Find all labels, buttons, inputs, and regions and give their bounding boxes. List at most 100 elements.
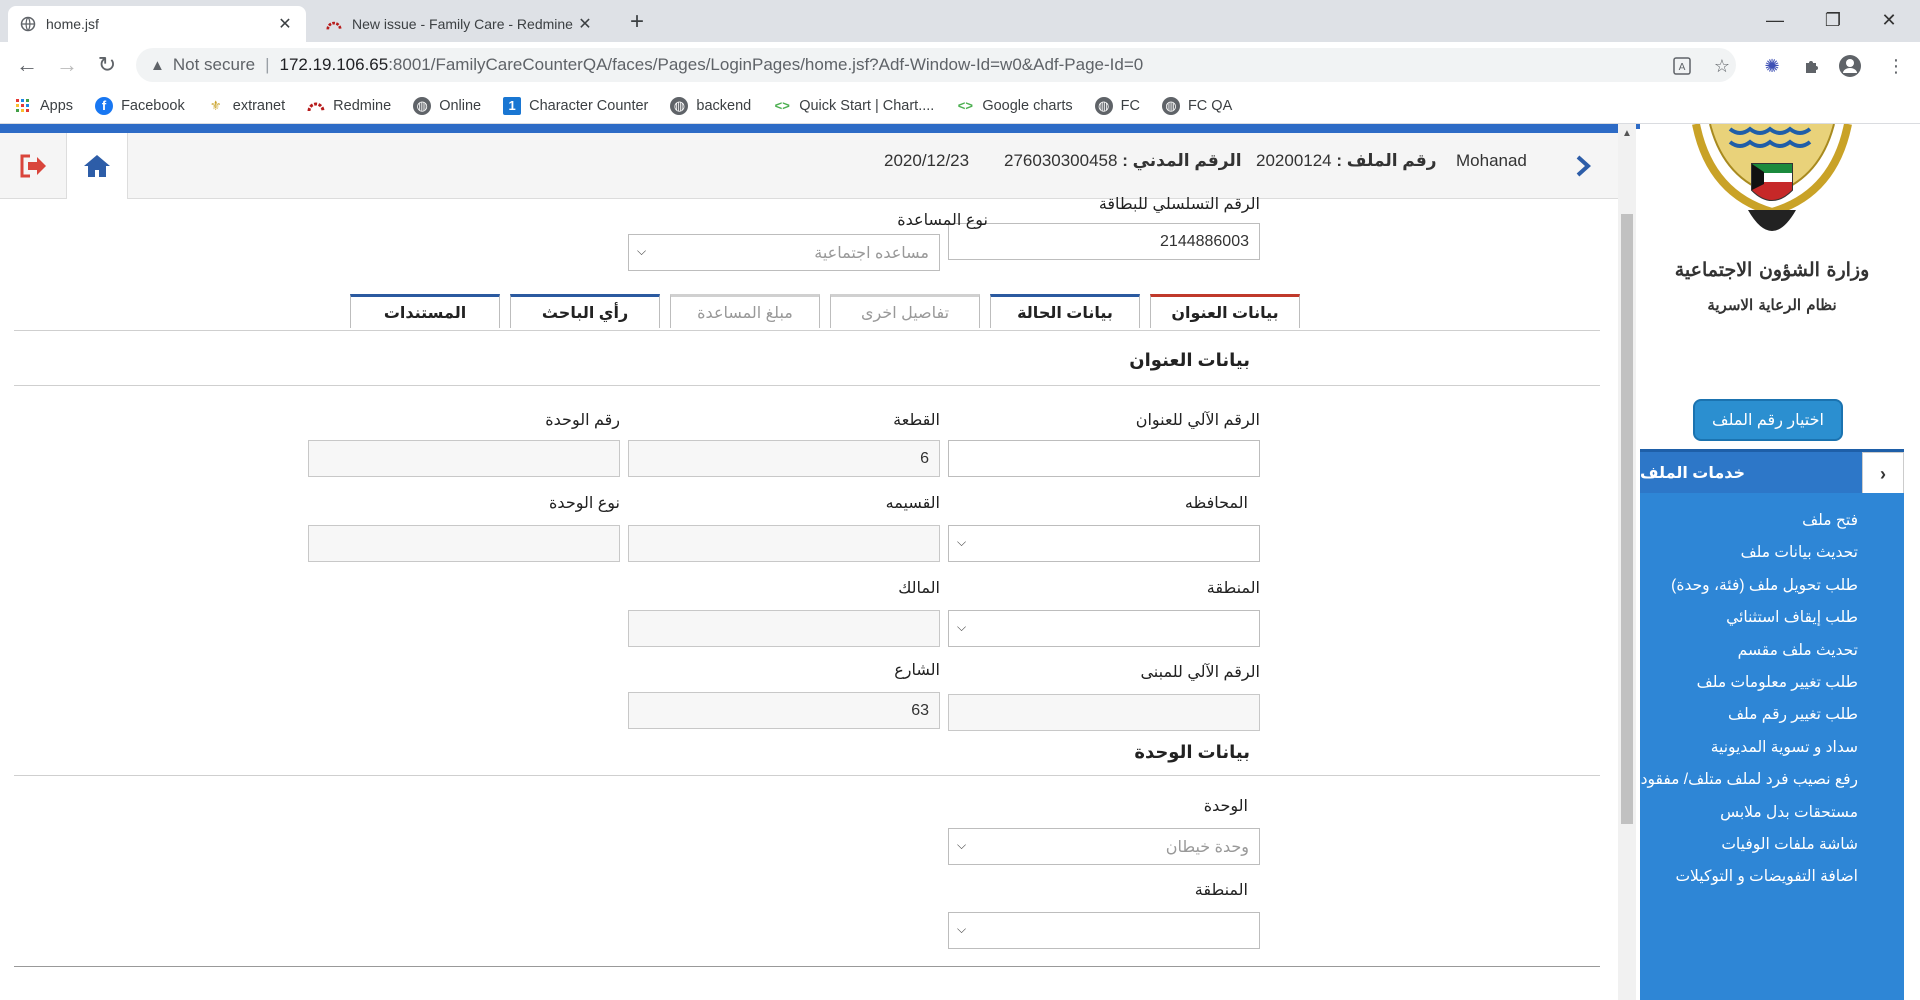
- service-link-add-authorizations[interactable]: اضافة التفويضات و التوكيلات: [1640, 861, 1904, 893]
- unit-area-select[interactable]: ⌵: [948, 912, 1260, 949]
- block-input[interactable]: 6: [628, 440, 940, 477]
- owner-input[interactable]: [628, 610, 940, 647]
- plot-input[interactable]: [628, 525, 940, 562]
- browser-tab-home[interactable]: home.jsf ✕: [8, 6, 306, 42]
- address-separator: |: [265, 55, 270, 74]
- governorate-select[interactable]: ⌵: [948, 525, 1260, 562]
- scrollbar-thumb[interactable]: [1621, 214, 1633, 824]
- bookmark-facebook[interactable]: f Facebook: [95, 96, 185, 115]
- service-link-transfer-file[interactable]: طلب تحويل ملف (فئة، وحدة): [1640, 570, 1904, 602]
- puzzle-icon[interactable]: [1800, 54, 1824, 78]
- street-value: 63: [911, 701, 929, 719]
- tab-address-data[interactable]: بيانات العنوان: [1150, 294, 1300, 328]
- tab-case-data[interactable]: بيانات الحالة: [990, 294, 1140, 328]
- card-serial-input[interactable]: 2144886003: [948, 223, 1260, 260]
- tab-label: بيانات العنوان: [1171, 304, 1279, 322]
- forward-arrow-icon[interactable]: →: [52, 50, 82, 80]
- tab-assistance-amount[interactable]: مبلغ المساعدة: [670, 294, 820, 328]
- logout-icon[interactable]: [0, 133, 66, 199]
- warning-triangle-icon: ▲: [150, 56, 165, 74]
- globe-icon: ◍: [1161, 96, 1180, 115]
- profile-avatar-icon[interactable]: [1838, 54, 1862, 78]
- bookmark-redmine[interactable]: Redmine: [307, 97, 391, 115]
- reload-icon[interactable]: ↻: [92, 50, 122, 80]
- chevron-left-icon[interactable]: ‹: [1862, 452, 1904, 496]
- building-auto-no-input[interactable]: [948, 694, 1260, 731]
- extension-icon[interactable]: ✺: [1760, 54, 1784, 78]
- chevron-right-icon[interactable]: [1568, 151, 1598, 181]
- bookmark-extranet[interactable]: ⚜ extranet: [207, 97, 285, 115]
- bookmark-apps[interactable]: Apps: [14, 97, 73, 115]
- bookmark-label: Character Counter: [529, 97, 649, 114]
- address-path: :8001/FamilyCareCounterQA/faces/Pages/Lo…: [388, 55, 1144, 74]
- apps-grid-icon: [14, 97, 32, 115]
- block-value: 6: [920, 449, 929, 467]
- service-link-death-files[interactable]: شاشة ملفات الوفيات: [1640, 829, 1904, 861]
- bookmark-fc-qa[interactable]: ◍ FC QA: [1161, 96, 1233, 115]
- form-bottom-divider: [14, 966, 1600, 967]
- address-auto-no-input[interactable]: [948, 440, 1260, 477]
- menu-kebab-icon[interactable]: ⋮: [1884, 54, 1908, 78]
- service-link-change-file-info[interactable]: طلب تغيير معلومات ملف: [1640, 667, 1904, 699]
- unit-select[interactable]: وحدة خيطان ⌵: [948, 828, 1260, 865]
- maximize-icon[interactable]: ❐: [1810, 0, 1856, 40]
- tab-other-details[interactable]: تفاصيل اخرى: [830, 294, 980, 328]
- chevron-down-icon: ⌵: [957, 922, 967, 936]
- address-bar[interactable]: ▲ Not secure | 172.19.106.65 :8001/Famil…: [136, 48, 1736, 82]
- select-file-button[interactable]: اختيار رقم الملف: [1693, 399, 1843, 441]
- browser-toolbar: ← → ↻ ▲ Not secure | 172.19.106.65 :8001…: [0, 42, 1920, 88]
- globe-icon: ◍: [413, 96, 432, 115]
- close-tab-icon[interactable]: ✕: [576, 14, 594, 34]
- service-link-clothing-allowance[interactable]: مستحقات بدل ملابس: [1640, 797, 1904, 829]
- bookmark-label: FC QA: [1187, 97, 1233, 114]
- ministry-name: وزارة الشؤون الاجتماعية: [1674, 259, 1870, 281]
- page-scrollbar[interactable]: ▲: [1618, 124, 1636, 1000]
- block-label: القطعة: [893, 412, 940, 429]
- tab-documents[interactable]: المستندات: [350, 294, 500, 328]
- bookmark-online[interactable]: ◍ Online: [413, 96, 481, 115]
- new-tab-button[interactable]: +: [622, 8, 652, 38]
- street-input[interactable]: 63: [628, 692, 940, 729]
- ministry-logo-area: وزارة الشؤون الاجتماعية نظام الرعاية الا…: [1640, 124, 1904, 464]
- tab-title: home.jsf: [46, 16, 99, 32]
- services-header[interactable]: خدمات الملف ‹: [1640, 449, 1904, 496]
- bookmarks-bar: Apps f Facebook ⚜ extranet Redmine ◍ Onl…: [0, 88, 1920, 124]
- kuwait-emblem-icon: [1692, 124, 1852, 231]
- back-arrow-icon[interactable]: ←: [12, 50, 42, 80]
- unit-no-input[interactable]: [308, 440, 620, 477]
- owner-label: المالك: [898, 580, 940, 597]
- bookmark-quick-start[interactable]: <> Quick Start | Chart....: [773, 97, 935, 115]
- bookmark-character-counter[interactable]: 1 Character Counter: [503, 96, 649, 115]
- service-link-exceptional-stop[interactable]: طلب إيقاف استثنائي: [1640, 602, 1904, 634]
- tab-researcher-opinion[interactable]: رأي الباحث: [510, 294, 660, 328]
- assistance-type-select[interactable]: مساعده اجتماعية ⌵: [628, 234, 940, 271]
- bookmark-backend[interactable]: ◍ backend: [670, 96, 751, 115]
- home-icon[interactable]: [66, 133, 128, 199]
- minimize-icon[interactable]: —: [1752, 0, 1798, 40]
- service-link-open-file[interactable]: فتح ملف: [1640, 505, 1904, 537]
- header-user-name: Mohanad: [1456, 151, 1527, 170]
- translate-icon[interactable]: A: [1670, 54, 1694, 78]
- unit-no-label: رقم الوحدة: [545, 412, 620, 429]
- bookmark-star-icon[interactable]: ☆: [1710, 54, 1734, 78]
- scroll-up-icon[interactable]: ▲: [1618, 128, 1636, 142]
- file-no-label: رقم الملف :: [1336, 151, 1437, 170]
- header-file-no: رقم الملف : 20200124: [1256, 151, 1437, 171]
- bookmark-fc[interactable]: ◍ FC: [1094, 96, 1140, 115]
- select-file-button-label: اختيار رقم الملف: [1712, 412, 1824, 429]
- browser-tab-redmine[interactable]: New issue - Family Care - Redmine ✕: [314, 6, 606, 42]
- service-link-update-split-file[interactable]: تحديث ملف مقسم: [1640, 635, 1904, 667]
- area-select[interactable]: ⌵: [948, 610, 1260, 647]
- tabs-divider: [14, 330, 1600, 331]
- case-form: الرقم التسلسلي للبطاقة 2144886003 نوع ال…: [0, 196, 1600, 1000]
- not-secure-label: Not secure: [172, 55, 256, 74]
- service-link-raise-member-share[interactable]: رفع نصيب فرد لملف متلف/ مفقود: [1640, 764, 1904, 796]
- close-tab-icon[interactable]: ✕: [276, 14, 294, 34]
- bookmark-google-charts[interactable]: <> Google charts: [956, 97, 1073, 115]
- close-window-icon[interactable]: ✕: [1866, 0, 1912, 40]
- service-link-update-file[interactable]: تحديث بيانات ملف: [1640, 537, 1904, 569]
- service-link-debt-settlement[interactable]: سداد و تسوية المديونية: [1640, 732, 1904, 764]
- service-link-change-file-number[interactable]: طلب تغيير رقم ملف: [1640, 699, 1904, 731]
- governorate-label: المحافظه: [1184, 495, 1248, 512]
- unit-type-input[interactable]: [308, 525, 620, 562]
